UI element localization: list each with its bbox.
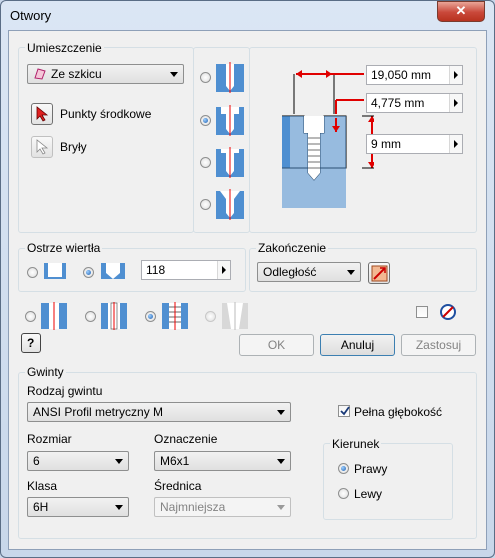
class-select[interactable]: 6H bbox=[27, 497, 129, 517]
centers-label: Punkty środkowe bbox=[60, 107, 152, 121]
chevron-down-icon bbox=[170, 72, 178, 77]
chevron-down-icon bbox=[277, 410, 285, 415]
hole-style-tapped-radio[interactable] bbox=[145, 311, 156, 322]
dimension-diameter-input[interactable]: 19,050 mm bbox=[366, 65, 463, 85]
measure-icon[interactable] bbox=[439, 303, 457, 321]
countersink-hole-icon bbox=[216, 189, 244, 220]
chevron-down-icon bbox=[115, 505, 123, 510]
direction-right-radio[interactable] bbox=[338, 463, 349, 474]
thread-type-select[interactable]: ANSI Profil metryczny M bbox=[27, 402, 291, 422]
chevron-down-icon bbox=[347, 270, 355, 275]
window-title: Otwory bbox=[10, 8, 52, 23]
hole-style-taper-tapped-radio[interactable] bbox=[205, 311, 216, 322]
solids-label: Bryły bbox=[60, 140, 87, 154]
placement-mode-value: Ze szkicu bbox=[51, 67, 102, 81]
hole-type-spotface-radio[interactable] bbox=[200, 157, 211, 168]
direction-group bbox=[323, 443, 453, 520]
dimension-hole-depth-input[interactable]: 9 mm bbox=[366, 134, 463, 154]
placement-group-label: Umieszczenie bbox=[25, 41, 104, 55]
chevron-down-icon bbox=[277, 505, 285, 510]
simple-drilled-hole-icon bbox=[41, 302, 67, 330]
spotface-hole-icon bbox=[216, 147, 244, 178]
termination-select[interactable]: Odległość bbox=[257, 262, 361, 282]
simple-hole-icon bbox=[216, 62, 244, 93]
solids-button[interactable] bbox=[31, 136, 53, 158]
drill-point-angle-radio[interactable] bbox=[83, 267, 94, 278]
help-icon: ? bbox=[27, 336, 35, 350]
chevron-down-icon bbox=[115, 459, 123, 464]
full-depth-label: Pełna głębokość bbox=[354, 405, 443, 419]
dimension-diameter-value: 19,050 mm bbox=[371, 68, 432, 82]
flat-drill-point-icon bbox=[44, 263, 66, 279]
hole-dimension-diagram bbox=[282, 70, 374, 208]
termination-value: Odległość bbox=[263, 265, 317, 279]
designation-value: M6x1 bbox=[160, 454, 190, 468]
class-label: Klasa bbox=[27, 479, 58, 493]
hole-type-countersink-radio[interactable] bbox=[200, 199, 211, 210]
centers-button[interactable] bbox=[31, 103, 53, 125]
clearance-hole-icon bbox=[101, 302, 127, 330]
hole-type-counterbore-radio[interactable] bbox=[200, 115, 211, 126]
termination-group-label: Zakończenie bbox=[256, 241, 329, 255]
cancel-button[interactable]: Anuluj bbox=[320, 334, 395, 356]
size-select[interactable]: 6 bbox=[27, 451, 129, 471]
direction-right-label: Prawy bbox=[354, 462, 388, 476]
diameter-label: Średnica bbox=[154, 479, 202, 493]
threads-group-label: Gwinty bbox=[25, 365, 66, 379]
apply-button[interactable]: Zastosuj bbox=[401, 334, 476, 356]
spin-arrow-icon[interactable] bbox=[449, 66, 462, 84]
placement-mode-select[interactable]: Ze szkicu bbox=[27, 64, 184, 84]
diameter-select[interactable]: Najmniejsza bbox=[154, 497, 291, 517]
designation-select[interactable]: M6x1 bbox=[154, 451, 291, 471]
flip-direction-icon bbox=[371, 265, 388, 282]
hole-type-simple-radio[interactable] bbox=[200, 72, 211, 83]
sketch-icon bbox=[34, 68, 46, 80]
thread-type-label: Rodzaj gwintu bbox=[27, 384, 103, 398]
full-depth-checkbox[interactable] bbox=[338, 405, 350, 417]
dimension-depth-input[interactable]: 4,775 mm bbox=[366, 93, 463, 113]
help-button[interactable]: ? bbox=[21, 333, 41, 353]
direction-group-label: Kierunek bbox=[330, 437, 382, 451]
hole-style-simple-radio[interactable] bbox=[25, 311, 36, 322]
taper-tapped-hole-icon bbox=[222, 302, 248, 330]
diameter-value: Najmniejsza bbox=[160, 500, 226, 514]
flip-direction-button[interactable] bbox=[368, 262, 390, 284]
hole-style-clearance-radio[interactable] bbox=[85, 311, 96, 322]
dimension-depth-value: 4,775 mm bbox=[371, 96, 425, 110]
spin-arrow-icon[interactable] bbox=[217, 261, 230, 279]
size-label: Rozmiar bbox=[27, 432, 72, 446]
drill-point-group-label: Ostrze wiertła bbox=[25, 241, 103, 255]
thread-type-value: ANSI Profil metryczny M bbox=[33, 405, 164, 419]
checkmark-icon bbox=[340, 406, 350, 416]
counterbore-hole-icon bbox=[216, 105, 244, 136]
angled-drill-point-icon bbox=[101, 263, 125, 279]
close-button[interactable]: ✕ bbox=[437, 1, 485, 22]
spin-arrow-icon[interactable] bbox=[449, 94, 462, 112]
spin-arrow-icon[interactable] bbox=[449, 135, 462, 153]
drill-point-flat-radio[interactable] bbox=[27, 267, 38, 278]
class-value: 6H bbox=[33, 500, 49, 514]
size-value: 6 bbox=[33, 454, 40, 468]
drill-angle-input[interactable]: 118 bbox=[141, 260, 231, 280]
ok-button[interactable]: OK bbox=[239, 334, 314, 356]
dimension-hole-depth-value: 9 mm bbox=[371, 137, 401, 151]
preview-checkbox[interactable] bbox=[416, 306, 428, 318]
cursor-arrow-icon bbox=[36, 106, 49, 122]
tapped-hole-icon bbox=[162, 302, 188, 330]
cursor-arrow-icon bbox=[36, 139, 49, 155]
direction-left-radio[interactable] bbox=[338, 488, 349, 499]
direction-left-label: Lewy bbox=[354, 487, 383, 501]
chevron-down-icon bbox=[277, 459, 285, 464]
designation-label: Oznaczenie bbox=[154, 432, 218, 446]
drill-angle-value: 118 bbox=[146, 263, 166, 277]
close-icon: ✕ bbox=[455, 3, 467, 18]
